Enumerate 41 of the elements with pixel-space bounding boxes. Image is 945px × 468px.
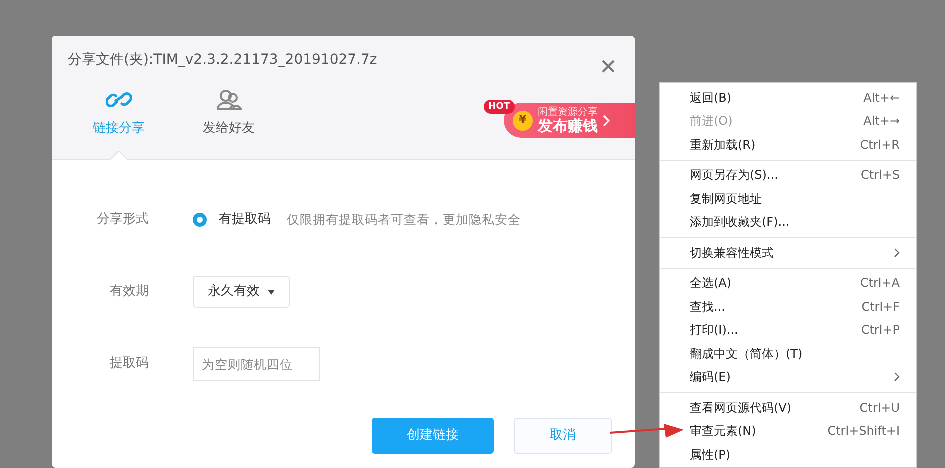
menu-item[interactable]: 重新加载(R) Ctrl+R xyxy=(660,133,916,156)
menu-item[interactable]: 属性(P) xyxy=(660,443,916,466)
people-icon xyxy=(216,89,242,111)
shortcut-text: Ctrl+U xyxy=(860,400,900,417)
validity-dropdown[interactable]: 永久有效 xyxy=(193,276,290,308)
menu-item[interactable]: 打印(I)... Ctrl+P xyxy=(660,318,916,342)
shortcut-text: Ctrl+R xyxy=(860,136,900,154)
menu-item[interactable]: 查看网页源代码(V) Ctrl+U xyxy=(660,396,916,420)
menu-item[interactable]: 编码(E) xyxy=(660,366,916,389)
coin-icon: ¥ xyxy=(513,110,533,130)
menu-item[interactable]: 返回(B) Alt+← xyxy=(660,86,916,110)
menu-item[interactable]: 切换兼容性模式 xyxy=(660,241,916,264)
promo-title: 发布赚钱 xyxy=(538,118,598,134)
shortcut-text: Alt+→ xyxy=(864,113,900,130)
radio-label: 有提取码 xyxy=(219,211,271,230)
shortcut-text: Alt+← xyxy=(864,90,900,107)
menu-item[interactable]: 查找... Ctrl+F xyxy=(660,295,916,318)
field-label: 提取码 xyxy=(109,355,149,374)
menu-item[interactable]: 复制网页地址 xyxy=(660,187,916,210)
menu-item[interactable]: 网页另存为(S)... Ctrl+S xyxy=(660,164,916,187)
code-input-field[interactable]: 为空则随机四位 xyxy=(193,347,320,381)
hint-text: 仅限拥有提取码者可查看，更加隐私安全 xyxy=(287,210,521,229)
tab[interactable]: 发给好友 xyxy=(184,89,274,138)
radio-button[interactable] xyxy=(193,213,207,227)
menu-item[interactable]: 添加到收藏夹(F)... xyxy=(660,210,916,234)
chevron-icon xyxy=(603,114,610,126)
menu-item[interactable]: 全选(A) Ctrl+A xyxy=(660,272,916,295)
shortcut-text: Ctrl+A xyxy=(860,275,900,292)
caret-icon xyxy=(268,290,275,294)
shortcut-text: Ctrl+F xyxy=(862,298,900,316)
hot-badge: HOT xyxy=(484,100,515,114)
field-label: 分享形式 xyxy=(96,211,149,230)
arrow-icon xyxy=(610,424,684,440)
menu-item[interactable]: 翻成中文（简体）(T) xyxy=(660,342,916,366)
shortcut-text: Ctrl+Shift+I xyxy=(828,423,900,440)
promo-subtitle: 闲置资源分享 xyxy=(538,106,598,118)
shortcut-text: Ctrl+P xyxy=(861,322,900,340)
dialog-title: 分享文件(夹):TIM_v2.3.2.21173_20191027.7z xyxy=(67,51,378,70)
menu-item[interactable]: 审查元素(N) Ctrl+Shift+I xyxy=(660,420,916,443)
field-label: 有效期 xyxy=(109,283,149,302)
shortcut-text: Ctrl+S xyxy=(860,167,900,184)
